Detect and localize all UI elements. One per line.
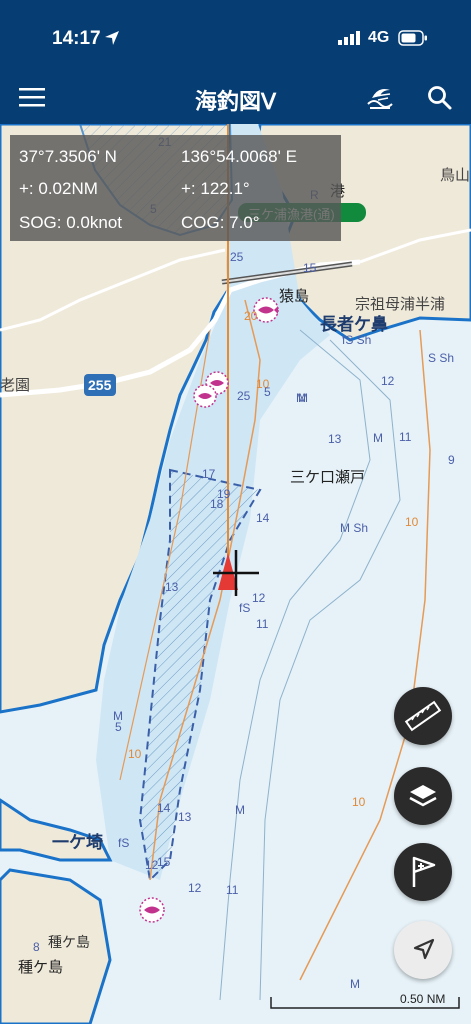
layers-button[interactable] <box>394 767 452 825</box>
navigation-icon <box>413 938 435 960</box>
battery-icon <box>398 30 427 46</box>
fishing-spot-icon[interactable] <box>253 297 279 323</box>
app-title: 海釣図Ⅴ <box>194 89 277 114</box>
layers-icon <box>409 785 437 807</box>
route-shield <box>84 374 116 396</box>
current-location-button[interactable] <box>394 921 452 979</box>
measure-button[interactable] <box>394 687 452 745</box>
search-icon[interactable] <box>427 85 453 111</box>
status-time: 14:17 <box>52 28 101 49</box>
longitude: 136°54.0068' E <box>181 147 297 166</box>
fishing-spot-icon[interactable] <box>139 897 165 923</box>
signal-icon <box>338 31 360 45</box>
top-bar: 14:17 4G 海釣図Ⅴ <box>0 0 471 124</box>
scale-label: 0.50 NM <box>400 992 446 1006</box>
tide-icon[interactable] <box>366 84 394 110</box>
bearing: +: 122.1° <box>181 179 250 198</box>
network-type: 4G <box>368 29 390 46</box>
distance: +: 0.02NM <box>19 179 98 198</box>
latitude: 37°7.3506' N <box>19 147 117 166</box>
add-flag-icon <box>412 856 436 887</box>
position-info-panel: 37°7.3506' N 136°54.0068' E +: 0.02NM +:… <box>10 135 341 241</box>
location-arrow-icon <box>105 31 119 45</box>
fishing-spot-icon[interactable] <box>193 384 217 408</box>
course-over-ground: COG: 7.0° <box>181 213 260 232</box>
speed-over-ground: SOG: 0.0knot <box>19 213 122 232</box>
add-marker-button[interactable] <box>394 843 452 901</box>
ruler-icon <box>404 700 442 732</box>
